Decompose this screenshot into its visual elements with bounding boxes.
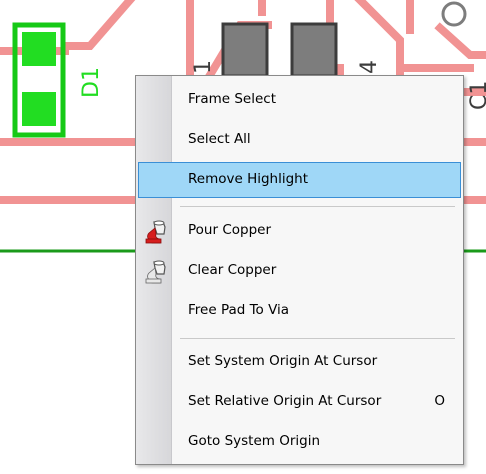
context-menu: Frame Select Select All Remove Highlight… <box>135 75 464 465</box>
component-d1[interactable] <box>12 22 66 138</box>
menu-item-goto-system-origin[interactable]: Goto System Origin <box>138 424 461 460</box>
menu-item-shortcut: O <box>434 393 445 409</box>
menu-item-pour-copper[interactable]: Pour Copper <box>138 213 461 249</box>
menu-item-remove-highlight[interactable]: Remove Highlight <box>138 162 461 198</box>
menu-separator <box>180 206 455 207</box>
d1-pad-bottom <box>22 92 56 126</box>
menu-item-free-pad-to-via[interactable]: Free Pad To Via <box>138 293 461 329</box>
pad-1-number: 1 <box>191 60 216 74</box>
menu-item-label: Select All <box>188 131 251 147</box>
via[interactable] <box>441 1 467 27</box>
pour-copper-icon <box>145 220 166 244</box>
menu-item-label: Remove Highlight <box>188 171 309 187</box>
menu-item-clear-copper[interactable]: Clear Copper <box>138 253 461 289</box>
menu-item-label: Goto System Origin <box>188 433 321 449</box>
menu-item-select-all[interactable]: Select All <box>138 122 461 158</box>
menu-item-label: Clear Copper <box>188 262 277 278</box>
pad-1[interactable] <box>221 22 269 78</box>
pad-4[interactable] <box>290 22 338 78</box>
d1-pad-top <box>22 32 56 66</box>
menu-item-label: Free Pad To Via <box>188 302 290 318</box>
menu-item-label: Frame Select <box>188 91 277 107</box>
pad-4-number: 4 <box>357 60 382 74</box>
menu-separator <box>180 338 455 339</box>
menu-item-label: Set System Origin At Cursor <box>188 353 378 369</box>
menu-item-label: Pour Copper <box>188 222 271 238</box>
menu-item-set-relative-origin[interactable]: Set Relative Origin At Cursor O <box>138 384 461 420</box>
clear-copper-icon <box>145 260 166 284</box>
d1-designator: D1 <box>79 67 104 98</box>
c1-designator: C1 <box>467 81 486 110</box>
menu-item-label: Set Relative Origin At Cursor <box>188 393 382 409</box>
menu-item-frame-select[interactable]: Frame Select <box>138 82 461 118</box>
menu-item-set-system-origin[interactable]: Set System Origin At Cursor <box>138 344 461 380</box>
